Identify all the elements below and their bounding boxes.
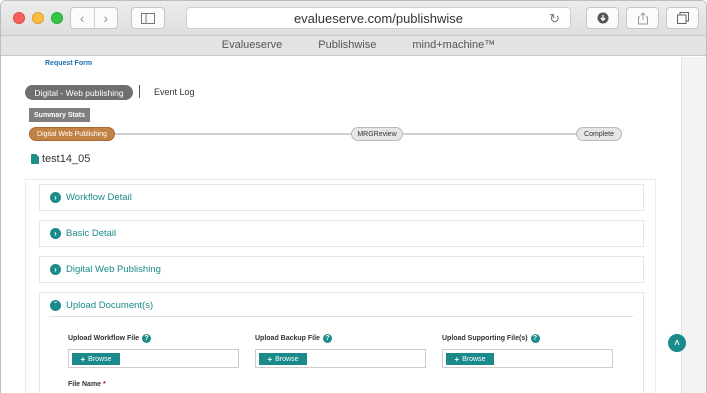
url-text: evalueserve.com/publishwise — [293, 10, 464, 26]
summary-stats-button[interactable]: Summary Stats — [29, 108, 90, 122]
share-button[interactable] — [626, 7, 659, 29]
stage-complete: Complete — [576, 127, 622, 141]
browse-label: Browse — [462, 355, 486, 363]
upload-supporting-field[interactable]: + Browse — [442, 349, 613, 368]
close-window-button[interactable] — [13, 12, 25, 24]
stage-mrg-review: MRGReview — [351, 127, 403, 141]
chevron-right-icon: › — [50, 264, 61, 275]
document-icon — [31, 154, 39, 164]
upload-supporting-label-text: Upload Supporting File(s) — [442, 335, 528, 342]
upload-backup-field[interactable]: + Browse — [255, 349, 426, 368]
section-title: Digital Web Publishing — [66, 264, 161, 275]
history-nav: ‹ › — [70, 7, 118, 29]
request-form-link[interactable]: Request Form — [45, 60, 92, 67]
upload-backup-label-text: Upload Backup File — [255, 335, 320, 342]
file-name-label: File Name * — [68, 381, 106, 388]
favorite-link-publishwise[interactable]: Publishwise — [318, 36, 376, 55]
chevron-up-icon: ˄ — [674, 338, 680, 348]
sidebar-toggle-button[interactable] — [131, 7, 165, 29]
browser-toolbar: ‹ › evalueserve.com/publishwise ↻ — [1, 1, 706, 36]
upload-backup-label: Upload Backup File ? — [255, 334, 332, 343]
upload-supporting-label: Upload Supporting File(s) ? — [442, 334, 540, 343]
favorite-link-mind-machine[interactable]: mind+machine™ — [412, 36, 495, 55]
section-basic-detail[interactable]: › Basic Detail — [39, 220, 644, 247]
tab-digital-web-publishing[interactable]: Digital - Web publishing — [25, 85, 133, 100]
browse-label: Browse — [275, 355, 299, 363]
document-title: test14_05 — [31, 153, 90, 165]
stage-digital-web-publishing: Digital Web Publishing — [29, 127, 115, 141]
chevron-right-icon: › — [103, 10, 109, 26]
zoom-window-button[interactable] — [51, 12, 63, 24]
section-workflow-detail[interactable]: › Workflow Detail — [39, 184, 644, 211]
upload-workflow-label: Upload Workflow File ? — [68, 334, 152, 343]
browse-workflow-button[interactable]: + Browse — [72, 353, 120, 365]
section-divider — [49, 316, 633, 317]
favorites-bar: Evalueserve Publishwise mind+machine™ — [1, 36, 706, 56]
section-title: Basic Detail — [66, 228, 117, 239]
help-icon[interactable]: ? — [142, 334, 152, 343]
help-icon[interactable]: ? — [530, 334, 540, 343]
scroll-to-top-button[interactable]: ˄ — [668, 334, 686, 352]
file-name-label-text: File Name — [68, 381, 102, 388]
favorite-link-evalueserve[interactable]: Evalueserve — [222, 36, 283, 55]
upload-workflow-field[interactable]: + Browse — [68, 349, 239, 368]
chevron-right-icon: › — [50, 192, 61, 203]
reload-icon[interactable]: ↻ — [549, 11, 560, 27]
help-icon[interactable]: ? — [322, 334, 332, 343]
share-icon — [637, 11, 648, 24]
address-bar[interactable]: evalueserve.com/publishwise ↻ — [186, 7, 571, 29]
required-mark: * — [103, 381, 106, 388]
chevron-left-icon: ‹ — [79, 10, 85, 26]
section-title: Upload Document(s) — [66, 300, 154, 311]
downloads-button[interactable] — [586, 7, 619, 29]
tabs-icon — [676, 12, 689, 24]
plus-icon: + — [267, 354, 273, 364]
browser-window: ‹ › evalueserve.com/publishwise ↻ Evalue… — [0, 0, 707, 393]
section-title: Workflow Detail — [66, 192, 132, 203]
page-content: Request Form Digital - Web publishing Ev… — [1, 57, 681, 393]
tab-event-log[interactable]: Event Log — [154, 87, 195, 97]
chevron-down-icon: ˇ — [50, 300, 61, 311]
plus-icon: + — [80, 354, 86, 364]
document-title-text: test14_05 — [42, 153, 91, 165]
show-tabs-button[interactable] — [666, 7, 699, 29]
browse-label: Browse — [88, 355, 112, 363]
chevron-right-icon: › — [50, 228, 61, 239]
section-digital-web-publishing[interactable]: › Digital Web Publishing — [39, 256, 644, 283]
browse-backup-button[interactable]: + Browse — [259, 353, 307, 365]
tab-separator — [139, 85, 140, 98]
browse-supporting-button[interactable]: + Browse — [446, 353, 494, 365]
minimize-window-button[interactable] — [32, 12, 44, 24]
back-button[interactable]: ‹ — [71, 8, 94, 28]
plus-icon: + — [454, 354, 460, 364]
upload-workflow-label-text: Upload Workflow File — [68, 335, 140, 342]
download-icon — [597, 12, 608, 24]
sidebar-icon — [141, 12, 155, 24]
forward-button[interactable]: › — [93, 8, 118, 28]
